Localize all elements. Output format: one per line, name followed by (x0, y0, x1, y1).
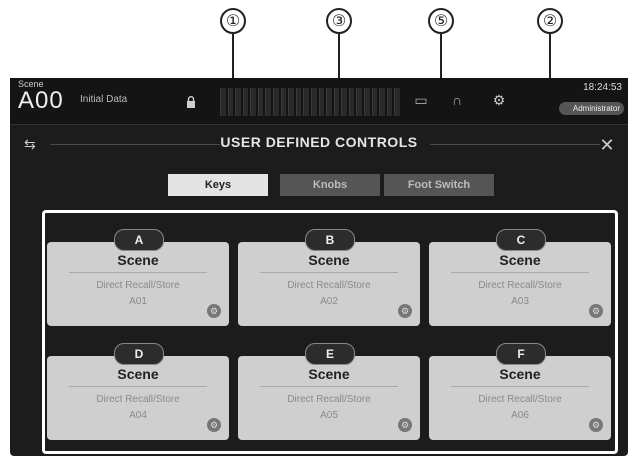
close-icon[interactable]: ✕ (598, 136, 616, 154)
key-badge-f: F (496, 343, 546, 365)
key-badge-b: B (305, 229, 355, 251)
key-settings-icon[interactable]: ⚙ (207, 418, 221, 432)
scene-number[interactable]: A00 (18, 87, 64, 115)
key-value: A01 (129, 296, 147, 307)
scene-title: Initial Data (80, 94, 128, 105)
key-parameter: Direct Recall/Store (96, 394, 180, 405)
key-divider (69, 386, 207, 387)
key-function: Scene (117, 366, 159, 382)
key-settings-icon[interactable]: ⚙ (207, 304, 221, 318)
clock: 18:24:53 (583, 82, 622, 93)
callout-5: ⑤ (428, 8, 454, 34)
key-function: Scene (308, 366, 350, 382)
touch-screen: Scene A00 Initial Data ▭ ∩ ⚙ 18:24:53 Ad… (10, 78, 628, 456)
key-settings-icon[interactable]: ⚙ (398, 304, 412, 318)
tab-foot-switch[interactable]: Foot Switch (384, 174, 494, 196)
lock-icon[interactable] (186, 96, 196, 108)
callout-1: ① (220, 8, 246, 34)
key-function: Scene (117, 252, 159, 268)
key-a[interactable]: Scene Direct Recall/Store A01 ⚙ (47, 242, 229, 326)
user-badge[interactable]: Administrator (558, 102, 624, 115)
key-function: Scene (308, 252, 350, 268)
tab-knobs[interactable]: Knobs (280, 174, 380, 196)
key-badge-c: C (496, 229, 546, 251)
title-rule-right (430, 144, 600, 145)
page-title: USER DEFINED CONTROLS (220, 134, 418, 150)
key-divider (451, 272, 589, 273)
headphones-icon[interactable]: ∩ (448, 92, 466, 108)
level-meters[interactable] (220, 88, 400, 116)
key-value: A02 (320, 296, 338, 307)
key-value: A03 (511, 296, 529, 307)
gear-icon[interactable]: ⚙ (490, 92, 508, 108)
key-divider (260, 272, 398, 273)
key-settings-icon[interactable]: ⚙ (589, 418, 603, 432)
key-parameter: Direct Recall/Store (96, 280, 180, 291)
tab-keys[interactable]: Keys (168, 174, 268, 196)
key-badge-a: A (114, 229, 164, 251)
key-function: Scene (499, 252, 541, 268)
callout-3: ③ (326, 8, 352, 34)
callout-2: ② (537, 8, 563, 34)
key-badge-e: E (305, 343, 355, 365)
key-b[interactable]: Scene Direct Recall/Store A02 ⚙ (238, 242, 420, 326)
key-settings-icon[interactable]: ⚙ (589, 304, 603, 318)
key-parameter: Direct Recall/Store (287, 280, 371, 291)
key-value: A05 (320, 410, 338, 421)
key-settings-icon[interactable]: ⚙ (398, 418, 412, 432)
key-function: Scene (499, 366, 541, 382)
key-d[interactable]: Scene Direct Recall/Store A04 ⚙ (47, 356, 229, 440)
key-e[interactable]: Scene Direct Recall/Store A05 ⚙ (238, 356, 420, 440)
key-f[interactable]: Scene Direct Recall/Store A06 ⚙ (429, 356, 611, 440)
top-bar: Scene A00 Initial Data ▭ ∩ ⚙ 18:24:53 Ad… (10, 78, 628, 125)
monitor-icon[interactable]: ▭ (412, 92, 430, 108)
key-divider (69, 272, 207, 273)
key-c[interactable]: Scene Direct Recall/Store A03 ⚙ (429, 242, 611, 326)
key-parameter: Direct Recall/Store (287, 394, 371, 405)
key-value: A06 (511, 410, 529, 421)
key-divider (260, 386, 398, 387)
key-parameter: Direct Recall/Store (478, 280, 562, 291)
key-value: A04 (129, 410, 147, 421)
key-parameter: Direct Recall/Store (478, 394, 562, 405)
key-badge-d: D (114, 343, 164, 365)
key-divider (451, 386, 589, 387)
